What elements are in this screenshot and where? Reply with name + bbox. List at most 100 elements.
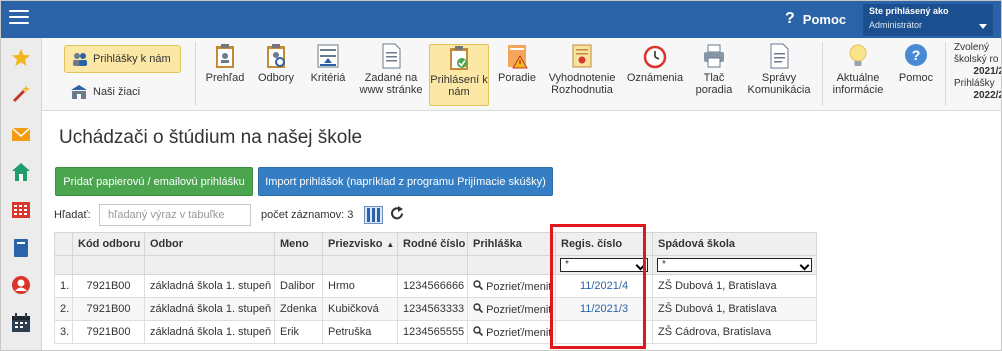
reg-number-filter-select[interactable]: * [560,258,648,272]
magic-wand-icon[interactable] [11,84,31,104]
registered-to-us-button[interactable]: Prihlásení k nám [429,44,489,106]
messages-label: Správy Komunikácia [747,72,811,96]
col-header-last-name[interactable]: Priezvisko ▲ [322,232,398,256]
criteria-button[interactable]: Kritériá [306,43,350,105]
col-header-reg-number[interactable]: Regis. číslo [555,232,653,256]
registered-to-us-label: Prihlásení k nám [430,74,488,98]
col-header-first-name[interactable]: Meno [274,232,323,256]
clipboard-check-icon [450,46,468,70]
col-header-application[interactable]: Prihláška [467,232,556,256]
sidebar [1,38,42,350]
our-students-label: Naši žiaci [93,86,141,98]
col-header-field[interactable]: Odbor [144,232,275,256]
first-name: Erik [274,320,323,344]
table-row[interactable]: 3. 7921B00 základná škola 1. stupeň Erik… [54,320,817,344]
filter-row: * * [54,255,817,275]
hamburger-menu-icon[interactable] [9,10,29,28]
col-header-index [54,232,73,256]
svg-text:?: ? [912,47,921,63]
overview-label: Prehľad [205,72,245,84]
home-icon[interactable] [11,162,31,182]
calendar-grid-icon[interactable] [11,200,31,220]
ranking-label: Poradie [498,72,536,84]
evaluation-button[interactable]: Vyhodnotenie Rozhodnutia [545,43,619,105]
notices-button[interactable]: Oznámenia [624,43,686,105]
year-info-line4: Prihlášky [954,78,995,89]
row-index: 2. [54,297,73,321]
school-icon [71,85,87,99]
app-window: ? Pomoc Ste prihlásený ako Administrátor… [0,0,1002,351]
criteria-icon [317,44,339,68]
print-ranking-button[interactable]: Tlač poradia [691,43,737,105]
toolbar-divider [945,42,946,106]
import-applications-button[interactable]: Import prihlášok (napríklad z programu P… [258,167,553,196]
our-students-button[interactable]: Naši žiaci [70,81,180,103]
top-bar: ? Pomoc Ste prihlásený ako Administrátor [1,1,1001,38]
book-icon[interactable] [11,238,31,258]
question-mark-icon: ? [785,10,795,27]
sort-ascending-icon: ▲ [386,240,395,249]
birth-number: 1234566666 [397,274,468,298]
calendar-icon[interactable] [11,313,31,333]
col-header-birth-number[interactable]: Rodné číslo [397,232,468,256]
search-label: Hľadať: [54,209,91,221]
record-count: počet záznamov: 3 [261,209,354,221]
web-submitted-button[interactable]: Zadané na www stránke [358,43,424,105]
reg-number[interactable]: 11/2021/3 [555,297,653,321]
users-icon [73,53,87,66]
clipboard-icon [216,44,234,68]
refresh-icon[interactable] [390,206,404,221]
help-link[interactable]: ? Pomoc [785,9,846,29]
columns-icon[interactable] [364,206,383,224]
catchment-school: ZŠ Dubová 1, Bratislava [652,274,817,298]
reg-number[interactable]: 11/2021/4 [555,274,653,298]
search-icon [473,279,484,290]
applications-to-us-button[interactable]: Prihlášky k nám [64,45,181,73]
current-info-button[interactable]: Aktuálne informácie [828,43,888,105]
col-header-catchment-school[interactable]: Spádová škola [652,232,817,256]
search-input[interactable] [99,204,251,226]
user-icon[interactable] [11,275,31,295]
table-row[interactable]: 1. 7921B00 základná škola 1. stupeň Dali… [54,274,817,298]
school-year-value: 2021/2 [973,66,1002,77]
col-header-code[interactable]: Kód odboru [72,232,145,256]
fields-button[interactable]: Odbory [254,43,298,105]
year-info-line1: Zvolený [954,42,990,53]
field-name: základná škola 1. stupeň [144,274,275,298]
star-icon[interactable] [11,48,31,68]
lightbulb-icon [849,44,867,66]
first-name: Zdenka [274,297,323,321]
mail-icon[interactable] [11,124,31,144]
help-label: Pomoc [898,72,934,84]
document-icon [382,43,401,69]
add-paper-application-button[interactable]: Pridať papierovú / emailovú prihlášku [55,167,253,196]
view-edit-link[interactable]: Pozrieť/meniť [467,320,556,344]
field-code: 7921B00 [72,320,145,344]
clipboard-search-icon [267,44,285,68]
last-name: Petruška [322,320,398,344]
help-label: Pomoc [802,11,847,27]
view-edit-link[interactable]: Pozrieť/meniť [467,297,556,321]
notices-label: Oznámenia [626,72,684,84]
certificate-icon [572,44,592,68]
row-index: 1. [54,274,73,298]
school-year-info: Zvolený školský ro 2021/2 Prihlášky 2022… [954,42,1002,102]
alarm-clock-icon [643,45,667,69]
page-title: Uchádzači o štúdium na našej škole [59,127,363,148]
last-name: Kubičková [322,297,398,321]
messages-button[interactable]: Správy Komunikácia [742,43,816,105]
overview-button[interactable]: Prehľad [202,43,248,105]
catchment-school: ZŠ Dubová 1, Bratislava [652,297,817,321]
toolbar-divider [195,42,196,106]
catchment-school-filter-select[interactable]: * [657,258,812,272]
view-edit-label: Pozrieť/meniť [486,303,553,316]
reg-number[interactable] [555,320,653,344]
ribbon-toolbar: Prihlášky k nám Naši žiaci Prehľad Odbor… [42,38,1002,111]
view-edit-link[interactable]: Pozrieť/meniť [467,274,556,298]
search-icon [473,302,484,313]
help-button[interactable]: ? Pomoc [894,43,938,105]
table-row[interactable]: 2. 7921B00 základná škola 1. stupeň Zden… [54,297,817,321]
printer-icon [704,44,724,68]
ranking-button[interactable]: Poradie [494,43,540,105]
user-dropdown[interactable]: Ste prihlásený ako Administrátor [863,4,993,36]
